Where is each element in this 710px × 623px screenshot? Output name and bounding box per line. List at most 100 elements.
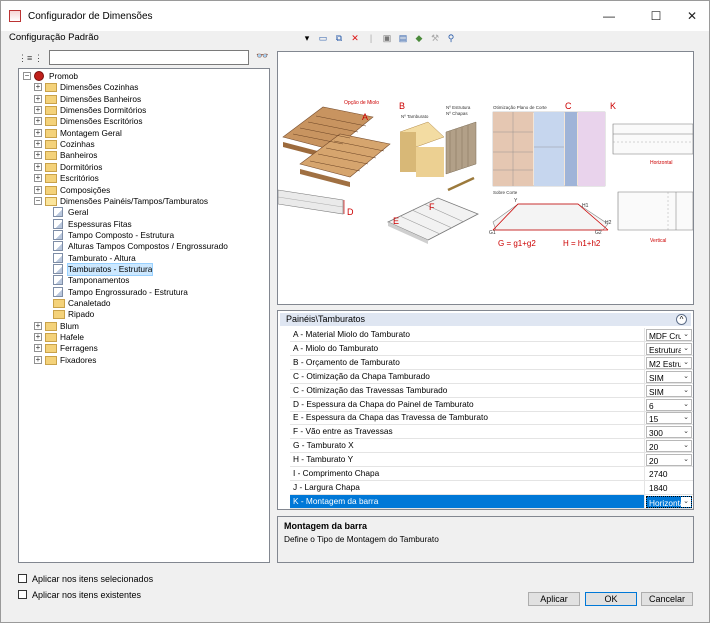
- checkbox[interactable]: [18, 574, 27, 583]
- delete-icon[interactable]: ✕: [349, 32, 361, 44]
- chevron-down-icon[interactable]: ⌄: [681, 413, 691, 424]
- property-row[interactable]: K - Montagem da barra Horizontal ⌄: [290, 494, 693, 509]
- property-row[interactable]: E - Espessura da Chapa das Travessa de T…: [290, 411, 693, 426]
- tree-item[interactable]: + Dimensões Escritórios: [19, 116, 269, 127]
- save-icon[interactable]: ▣: [381, 32, 393, 44]
- property-dropdown[interactable]: M2 Estrutura ⌄: [646, 356, 692, 369]
- collapse-icon[interactable]: ^: [676, 314, 687, 325]
- search-input[interactable]: [49, 50, 249, 65]
- property-row[interactable]: G - Tamburato X 20 ⌄: [290, 439, 693, 454]
- import-icon[interactable]: ▤: [397, 32, 409, 44]
- chevron-down-icon[interactable]: ⌄: [681, 441, 691, 452]
- expand-icon[interactable]: +: [34, 355, 42, 364]
- tree-item[interactable]: + Dimensões Cozinhas: [19, 82, 269, 93]
- chevron-down-icon[interactable]: ⌄: [681, 427, 691, 438]
- tree-item[interactable]: Tamburatos - Estrutura: [19, 262, 269, 276]
- property-dropdown[interactable]: SIM ⌄: [646, 370, 692, 383]
- property-row[interactable]: A - Miolo do Tamburato Estruturado ⌄: [290, 341, 693, 356]
- tool-icon[interactable]: ⚒: [429, 32, 441, 44]
- expand-icon[interactable]: +: [34, 344, 42, 353]
- expand-icon[interactable]: +: [34, 151, 42, 160]
- tree-item[interactable]: − Dimensões Painéis/Tampos/Tamburatos: [19, 196, 269, 207]
- tree-item[interactable]: Tamponamentos: [19, 275, 269, 286]
- property-input[interactable]: 1840: [646, 481, 692, 494]
- maximize-button[interactable]: ☐: [641, 6, 671, 26]
- expand-icon[interactable]: +: [34, 94, 42, 103]
- expand-icon[interactable]: +: [34, 128, 42, 137]
- tree-item[interactable]: Tampo Engrossurado - Estrutura: [19, 286, 269, 298]
- tree-item[interactable]: Tampo Composto - Estrutura: [19, 229, 269, 241]
- tree-item[interactable]: Alturas Tampos Compostos / Engrossurado: [19, 241, 269, 252]
- property-dropdown[interactable]: 6 ⌄: [646, 398, 692, 411]
- chevron-down-icon[interactable]: ⌄: [681, 343, 691, 354]
- tree-item[interactable]: Tamburato - Altura: [19, 252, 269, 264]
- tree-item[interactable]: + Dimensões Banheiros: [19, 94, 269, 105]
- export-icon[interactable]: ◆: [413, 32, 425, 44]
- tree-item[interactable]: + Dimensões Dormitórios: [19, 105, 269, 116]
- property-dropdown[interactable]: 300 ⌄: [646, 426, 692, 439]
- expand-icon[interactable]: +: [34, 117, 42, 126]
- tree-item[interactable]: Canaletado: [19, 298, 269, 309]
- ok-button[interactable]: OK: [585, 592, 637, 606]
- property-group-header[interactable]: Painéis\Tamburatos ^: [280, 313, 691, 326]
- rename-icon[interactable]: ▭: [317, 32, 329, 44]
- chevron-down-icon[interactable]: ⌄: [681, 496, 691, 507]
- tree-item[interactable]: + Dormitórios: [19, 162, 269, 173]
- tree-item[interactable]: + Blum: [19, 321, 269, 332]
- property-row[interactable]: C - Otimização das Travessas Tamburado SI…: [290, 383, 693, 398]
- tree-item[interactable]: + Composições: [19, 185, 269, 196]
- checkbox[interactable]: [18, 590, 27, 599]
- tree-item[interactable]: Geral: [19, 207, 269, 218]
- tree-item[interactable]: + Cozinhas: [19, 139, 269, 150]
- tree-item[interactable]: + Banheiros: [19, 150, 269, 161]
- expand-icon[interactable]: +: [34, 140, 42, 149]
- checkbox-label[interactable]: Aplicar nos itens existentes: [32, 589, 141, 601]
- wand-icon[interactable]: ⚲: [445, 32, 457, 44]
- property-dropdown[interactable]: Estruturado ⌄: [646, 342, 692, 355]
- tree-item[interactable]: Ripado: [19, 309, 269, 320]
- property-input[interactable]: 2740: [646, 468, 692, 480]
- chevron-down-icon[interactable]: ⌄: [681, 399, 691, 410]
- property-row[interactable]: J - Largura Chapa 1840: [290, 480, 693, 495]
- apply-button[interactable]: Aplicar: [528, 592, 580, 606]
- binoculars-icon[interactable]: 👓: [256, 51, 268, 62]
- expand-icon[interactable]: +: [34, 174, 42, 183]
- property-row[interactable]: F - Vão entre as Travessas 300 ⌄: [290, 425, 693, 440]
- dropdown-arrow-icon[interactable]: ▾: [301, 32, 313, 44]
- chevron-down-icon[interactable]: ⌄: [681, 357, 691, 368]
- chevron-down-icon[interactable]: ⌄: [681, 385, 691, 396]
- chevron-down-icon[interactable]: ⌄: [681, 455, 691, 466]
- copy-icon[interactable]: ⧉: [333, 32, 345, 44]
- tree-item[interactable]: + Ferragens: [19, 343, 269, 354]
- expand-all-icon[interactable]: ⋮≡: [18, 52, 32, 64]
- tree-item[interactable]: + Hafele: [19, 332, 269, 343]
- collapse-icon[interactable]: −: [34, 196, 42, 205]
- property-dropdown[interactable]: Horizontal ⌄: [646, 495, 692, 508]
- property-dropdown[interactable]: MDF Cru ⌄: [646, 329, 692, 341]
- property-row[interactable]: H - Tamburato Y 20 ⌄: [290, 453, 693, 468]
- close-button[interactable]: ✕: [677, 6, 707, 26]
- tree-item[interactable]: Espessuras Fitas: [19, 218, 269, 230]
- tree-item[interactable]: + Escritórios: [19, 173, 269, 184]
- tree-item[interactable]: + Montagem Geral: [19, 128, 269, 139]
- checkbox-label[interactable]: Aplicar nos itens selecionados: [32, 573, 153, 585]
- property-row[interactable]: I - Comprimento Chapa 2740: [290, 467, 693, 481]
- chevron-down-icon[interactable]: ⌄: [681, 371, 691, 382]
- collapse-all-icon[interactable]: ⋮: [34, 52, 46, 64]
- property-dropdown[interactable]: 15 ⌄: [646, 412, 692, 425]
- property-dropdown[interactable]: 20 ⌄: [646, 454, 692, 467]
- property-row[interactable]: C - Otimização da Chapa Tamburado SIM ⌄: [290, 369, 693, 384]
- expand-icon[interactable]: +: [34, 185, 42, 194]
- minimize-button[interactable]: —: [594, 6, 624, 26]
- chevron-down-icon[interactable]: ⌄: [681, 330, 691, 340]
- tree-item[interactable]: + Fixadores: [19, 355, 269, 366]
- property-row[interactable]: B - Orçamento de Tamburato M2 Estrutura ⌄: [290, 355, 693, 370]
- expand-icon[interactable]: +: [34, 321, 42, 330]
- property-row[interactable]: D - Espessura da Chapa do Painel de Tamb…: [290, 397, 693, 412]
- cancel-button[interactable]: Cancelar: [641, 592, 693, 606]
- property-dropdown[interactable]: SIM ⌄: [646, 384, 692, 397]
- collapse-icon[interactable]: −: [23, 72, 31, 80]
- property-row[interactable]: A - Material Miolo do Tamburato MDF Cru ⌄: [290, 328, 693, 342]
- tree-item[interactable]: − Promob: [19, 71, 269, 82]
- property-dropdown[interactable]: 20 ⌄: [646, 440, 692, 453]
